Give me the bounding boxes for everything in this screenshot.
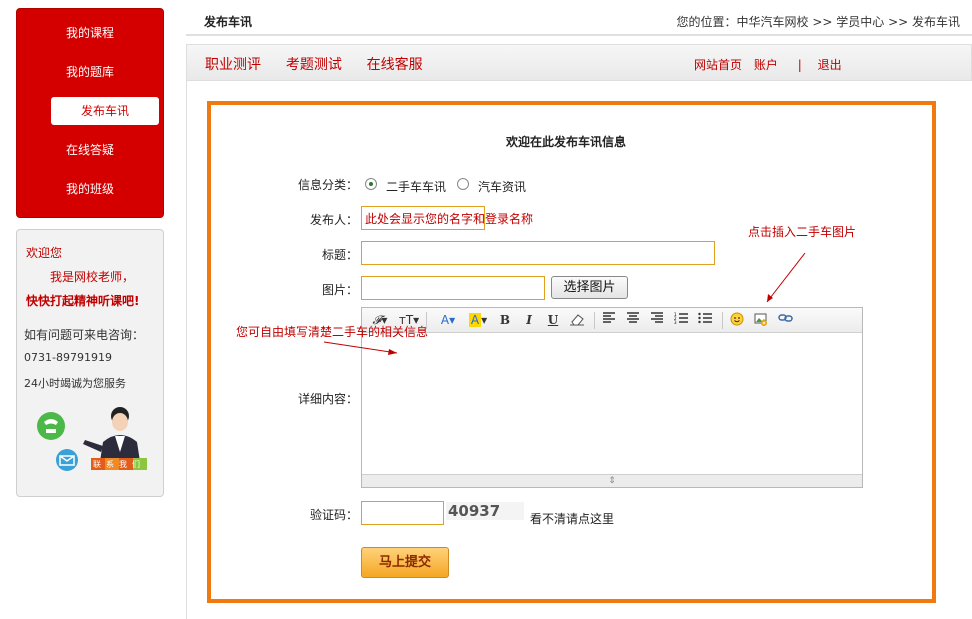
detail-hint: 您可自由填写清楚二手车的相关信息: [236, 325, 429, 339]
captcha-refresh-link[interactable]: 看不清请点这里: [530, 510, 614, 527]
breadcrumb[interactable]: 您的位置：中华汽车网校 >> 学员中心 >> 发布车讯: [677, 13, 960, 30]
customer-service-illustration: 联系我们: [37, 407, 147, 471]
insert-image-icon[interactable]: [752, 312, 770, 329]
radio-used-car-news-label[interactable]: 二手车车讯: [386, 178, 446, 195]
image-path-input[interactable]: [361, 276, 545, 300]
header-divider: [186, 34, 972, 36]
nav-logout-link[interactable]: 退出: [818, 58, 842, 72]
rich-text-editor: 𝓕▾ ᴛT▾ A▾ A ▾ B I U 123 ⇕: [361, 307, 863, 488]
font-color-icon[interactable]: A▾: [438, 312, 458, 329]
image-label: 图片：: [321, 283, 358, 297]
nav-bar: 职业测评 考题测试 在线客服 网站首页 账户 | 退出: [186, 44, 972, 81]
svg-text:3: 3: [674, 320, 677, 324]
toolbar-separator: [594, 312, 595, 329]
highlight-icon[interactable]: A ▾: [466, 312, 490, 329]
emoticon-icon[interactable]: [728, 312, 746, 329]
contact-us-badge: 联系我们: [91, 458, 147, 470]
sidebar-item-question-bank[interactable]: 我的题库: [17, 58, 163, 86]
italic-icon[interactable]: I: [522, 312, 536, 329]
choose-image-button[interactable]: 选择图片: [551, 276, 628, 299]
lesson-prompt: 快快打起精神听课吧!: [26, 294, 140, 308]
align-right-icon[interactable]: [648, 312, 666, 329]
svg-text:联系我们: 联系我们: [93, 459, 145, 469]
bold-icon[interactable]: B: [498, 312, 512, 329]
nav-home-link[interactable]: 网站首页: [694, 58, 742, 72]
title-label: 标题：: [321, 248, 358, 262]
eraser-icon[interactable]: [568, 312, 586, 329]
insert-image-hint: 点击插入二手车图片: [748, 225, 857, 239]
nav-left-links: 职业测评 考题测试 在线客服: [205, 54, 444, 74]
sidebar-item-my-class[interactable]: 我的班级: [17, 175, 163, 203]
contact-label: 如有问题可来电咨询：: [24, 328, 145, 342]
editor-content-area[interactable]: [362, 334, 862, 474]
underline-icon[interactable]: U: [546, 312, 560, 329]
radio-used-car-news[interactable]: [365, 178, 377, 190]
publisher-label: 发布人：: [309, 213, 358, 227]
welcome-text: 欢迎您: [26, 246, 63, 260]
captcha-input[interactable]: [361, 501, 444, 525]
toolbar-separator: [722, 312, 723, 329]
phone-icon: [37, 412, 65, 440]
publisher-value: 此处会显示您的名字和登录名称: [365, 212, 534, 226]
radio-car-news-label[interactable]: 汽车资讯: [478, 178, 526, 195]
sidebar-item-publish-news[interactable]: 发布车讯: [51, 97, 159, 125]
captcha-label: 验证码：: [309, 508, 358, 522]
align-center-icon[interactable]: [624, 312, 642, 329]
ordered-list-icon[interactable]: 123: [672, 312, 690, 329]
page-title: 发布车讯: [204, 15, 253, 29]
sidebar-item-my-courses[interactable]: 我的课程: [17, 19, 163, 47]
nav-right-links: 网站首页 账户 | 退出: [694, 56, 850, 73]
teacher-text: 我是网校老师，: [50, 270, 135, 284]
editor-toolbar: 𝓕▾ ᴛT▾ A▾ A ▾ B I U 123: [362, 308, 862, 333]
sidebar-menu: 我的课程 我的题库 发布车讯 在线答疑 我的班级: [16, 8, 164, 218]
align-left-icon[interactable]: [600, 312, 618, 329]
captcha-image[interactable]: 40937: [446, 502, 524, 520]
nav-account-link[interactable]: 账户: [754, 58, 778, 72]
nav-career-assessment[interactable]: 职业测评: [205, 57, 261, 73]
contact-phone: 0731-89791919: [24, 351, 112, 364]
sidebar-info-box: 欢迎您 我是网校老师， 快快打起精神听课吧! 如有问题可来电咨询： 0731-8…: [16, 229, 164, 497]
title-input[interactable]: [361, 241, 715, 265]
detail-label: 详细内容：: [297, 392, 358, 406]
nav-online-service[interactable]: 在线客服: [367, 57, 423, 73]
service-text: 24小时竭诚为您服务: [24, 377, 126, 390]
category-label: 信息分类：: [297, 178, 358, 192]
form-heading: 欢迎在此发布车讯信息: [506, 135, 627, 149]
insert-link-icon[interactable]: [776, 312, 794, 329]
sidebar-item-online-qa[interactable]: 在线答疑: [17, 136, 163, 164]
unordered-list-icon[interactable]: [696, 312, 714, 329]
nav-exam-test[interactable]: 考题测试: [286, 57, 342, 73]
radio-car-news[interactable]: [457, 178, 469, 190]
editor-resize-handle[interactable]: ⇕: [362, 474, 862, 487]
submit-button[interactable]: 马上提交: [361, 547, 449, 578]
nav-divider: |: [797, 58, 802, 72]
